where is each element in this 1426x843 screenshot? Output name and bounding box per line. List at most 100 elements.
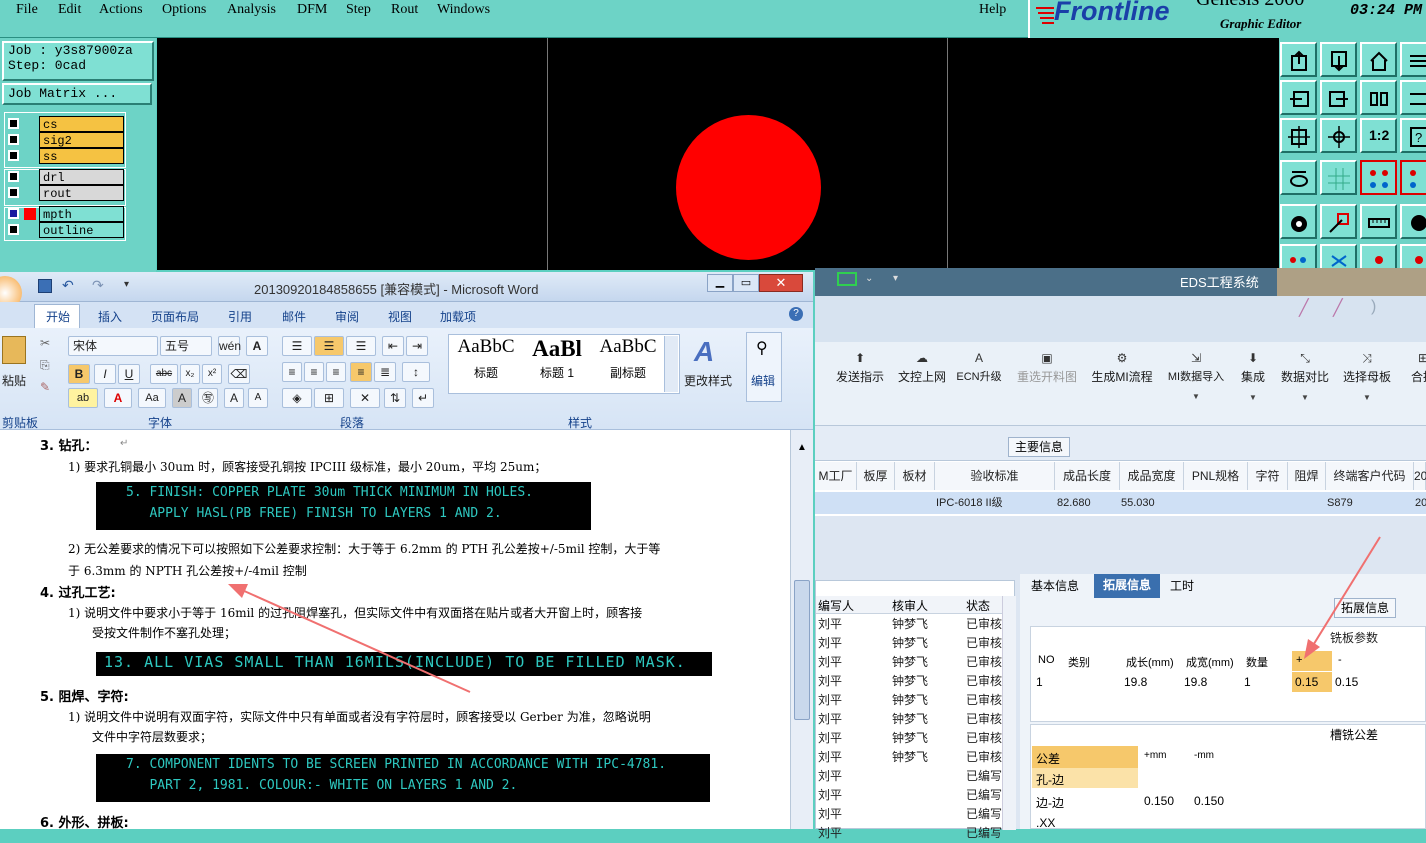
undo-icon[interactable]: ↶	[62, 277, 74, 294]
menu-actions[interactable]: Actions	[99, 2, 143, 18]
quick-access-icon[interactable]: ▾	[124, 279, 129, 290]
tool-menu-button[interactable]	[1400, 42, 1426, 77]
tab-work-hours[interactable]: 工时	[1164, 576, 1200, 598]
align-center-button[interactable]: ≡	[304, 362, 324, 382]
table-row[interactable]: 刘平 钟梦飞 已审核	[816, 615, 1016, 634]
highlight-button[interactable]: ab	[68, 388, 98, 408]
layer-row-rout[interactable]: rout	[6, 185, 124, 201]
char-border-button[interactable]: A	[246, 336, 268, 356]
col-header[interactable]: PNL规格	[1184, 462, 1248, 490]
layer-checkbox[interactable]	[8, 171, 19, 182]
col-header[interactable]: 20	[1414, 462, 1426, 490]
col-header[interactable]: +mm	[1144, 750, 1167, 761]
tool-compare[interactable]: ⤡ 数据对比 ▼	[1279, 352, 1331, 402]
table-row[interactable]: 刘平 钟梦飞 已审核	[816, 691, 1016, 710]
maximize-button[interactable]: ▭	[733, 274, 759, 292]
change-case-button[interactable]: Aa	[138, 388, 166, 408]
table-row[interactable]: 刘平 钟梦飞 已审核	[816, 729, 1016, 748]
tab-layout[interactable]: 页面布局	[151, 308, 199, 325]
tool-send[interactable]: ⬆ 发送指示	[833, 352, 887, 385]
scroll-thumb[interactable]	[794, 580, 810, 720]
tool-help-button[interactable]: ?	[1400, 118, 1426, 153]
minimize-button[interactable]: ▁	[707, 274, 733, 292]
dropdown-icon[interactable]: ▼	[1279, 393, 1331, 402]
tool-grid-button[interactable]	[1320, 160, 1357, 195]
edit-icon[interactable]: ╱	[1299, 298, 1323, 318]
tab-view[interactable]: 视图	[388, 308, 412, 325]
col-header[interactable]: 成品长度	[1055, 462, 1120, 490]
tool-motherboard[interactable]: ⤨ 选择母板 ▼	[1341, 352, 1393, 402]
copy-icon[interactable]: ⎘	[40, 358, 50, 373]
menu-step[interactable]: Step	[346, 2, 371, 18]
outdent-button[interactable]: ⇤	[382, 336, 404, 356]
multilevel-button[interactable]: ☰	[346, 336, 376, 356]
tool-home-button[interactable]	[1360, 42, 1397, 77]
curve-icon[interactable]: )	[1371, 298, 1395, 318]
table-row[interactable]: 刘平 钟梦飞 已审核	[816, 653, 1016, 672]
tab-review[interactable]: 审阅	[335, 308, 359, 325]
tool-mi-import[interactable]: ⇲ MI数据导入 ▼	[1163, 352, 1229, 401]
char-shade-button[interactable]: A	[172, 388, 192, 408]
col-header[interactable]: NO	[1038, 654, 1055, 666]
table-row[interactable]: 刘平 钟梦飞 已审核	[816, 634, 1016, 653]
asian-layout-button[interactable]: ✕	[350, 388, 380, 408]
dropdown-icon[interactable]: ▼	[1163, 392, 1229, 401]
tool-mirror-button[interactable]	[1360, 80, 1397, 115]
superscript-button[interactable]: x²	[202, 364, 222, 384]
job-matrix-button[interactable]: Job Matrix ...	[2, 83, 152, 105]
tab-addins[interactable]: 加载项	[440, 308, 476, 325]
tool-reselect-chart[interactable]: ▣ 重选开料图	[1015, 352, 1079, 385]
cell-plus[interactable]: 0.15	[1292, 672, 1332, 692]
col-header[interactable]: 成长(mm)	[1126, 654, 1174, 670]
scroll-up-icon[interactable]: ▲	[794, 442, 810, 456]
menu-dfm[interactable]: DFM	[297, 2, 327, 18]
tool-left-button[interactable]	[1280, 80, 1317, 115]
tool-bottom-button[interactable]	[1320, 42, 1357, 77]
font-name-select[interactable]: 宋体	[68, 336, 158, 356]
font-grow-button[interactable]: wén	[218, 336, 241, 356]
edit-button[interactable]: 编辑	[751, 372, 775, 389]
word-scrollbar[interactable]: ▲	[790, 430, 813, 829]
layer-checkbox[interactable]	[8, 134, 19, 145]
dropdown-icon[interactable]: ▼	[1235, 393, 1271, 402]
show-marks-button[interactable]: ↵	[412, 388, 434, 408]
slot-row-label[interactable]: 孔-边	[1032, 768, 1138, 788]
paste-icon[interactable]	[2, 336, 26, 364]
tab-home[interactable]: 开始	[46, 308, 70, 325]
col-header[interactable]: 验收标准	[935, 462, 1055, 490]
dropdown-icon[interactable]: ▼	[1341, 393, 1393, 402]
layer-row-mpth[interactable]: mpth	[6, 206, 124, 222]
tab-references[interactable]: 引用	[228, 308, 252, 325]
bullets-button[interactable]: ☰	[282, 336, 312, 356]
change-styles-button[interactable]: 更改样式	[684, 372, 732, 389]
pen-icon[interactable]: ╱	[1333, 298, 1357, 318]
subscript-button[interactable]: x₂	[180, 364, 200, 384]
layer-checkbox[interactable]	[8, 150, 19, 161]
col-header[interactable]: 状态	[966, 597, 990, 614]
tab-basic-info[interactable]: 基本信息	[1024, 576, 1086, 598]
tool-ruler-button[interactable]	[1360, 204, 1397, 239]
menu-edit[interactable]: Edit	[58, 2, 81, 18]
col-header[interactable]: M工厂	[815, 462, 857, 490]
font-size-select[interactable]: 五号	[160, 336, 212, 356]
quick-access-icon[interactable]: ▾	[893, 273, 898, 284]
clear-format-button[interactable]: ⌫	[228, 364, 250, 384]
slot-row-label[interactable]: .XX	[1036, 816, 1055, 830]
tool-net-button[interactable]	[1360, 160, 1397, 195]
menu-rout[interactable]: Rout	[391, 2, 418, 18]
layer-checkbox[interactable]	[8, 118, 19, 129]
align-left-button[interactable]: ≡	[282, 362, 302, 382]
tool-center-button[interactable]	[1320, 118, 1357, 153]
tool-ecn[interactable]: A ECN升级	[955, 352, 1003, 384]
col-header[interactable]: 类别	[1068, 654, 1090, 670]
line-spacing-button[interactable]: ↕	[402, 362, 430, 382]
table-row[interactable]: 刘平 钟梦飞 已审核	[816, 672, 1016, 691]
col-header[interactable]: 成宽(mm)	[1186, 654, 1234, 670]
tool-line-button[interactable]	[1320, 204, 1357, 239]
redo-icon[interactable]: ↷	[92, 277, 104, 294]
layer-row-sig2[interactable]: sig2	[6, 132, 124, 148]
col-header[interactable]: 公差	[1032, 746, 1138, 768]
shrink-font-button[interactable]: A	[248, 388, 268, 408]
table-row[interactable]: 刘平 钟梦飞 已审核	[816, 748, 1016, 767]
tool-pad-button[interactable]	[1280, 204, 1317, 239]
